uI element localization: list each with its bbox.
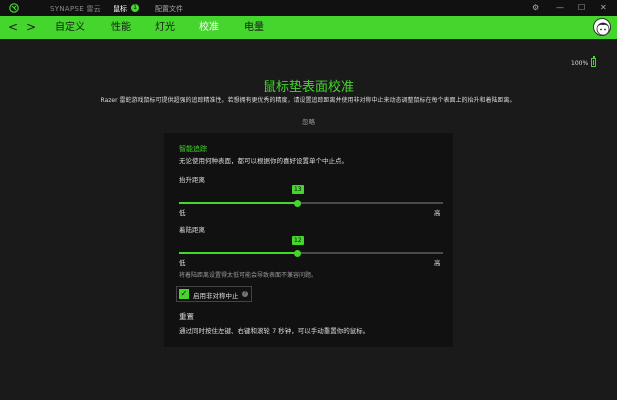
page-title: 鼠标垫表面校准 (262, 80, 354, 95)
help-icon[interactable]: ? (242, 291, 248, 297)
landing-slider-thumb[interactable] (294, 249, 302, 257)
landing-low-label: 低 (179, 259, 186, 267)
asymmetric-cutoff-checkbox[interactable]: ✓ (179, 289, 189, 299)
profiles-tab[interactable]: 配置文件 (155, 4, 183, 14)
tab-calibration[interactable]: 校准 (199, 21, 219, 35)
smart-tracking-subtitle: 无论使用何种表面，都可以根据你的喜好设置单个中止点。 (179, 157, 348, 165)
reset-description: 通过同时按住左键、右键和滚轮 7 秒钟，可以手动重置你的鼠标。 (179, 327, 370, 335)
nav-bar: < > 自定义 性能 灯光 校准 电量 (0, 16, 617, 39)
tab-power[interactable]: 电量 (244, 21, 264, 35)
lift-distance-label: 抬升距离 (179, 176, 205, 184)
tab-lighting[interactable]: 灯光 (155, 21, 175, 35)
landing-distance-slider[interactable] (179, 249, 443, 257)
reset-heading: 重置 (179, 312, 194, 321)
ignore-link[interactable]: 忽略 (0, 116, 617, 126)
lift-distance-slider[interactable] (179, 199, 443, 207)
lift-high-label: 高 (434, 209, 441, 217)
app-name: SYNAPSE 雷云 (50, 5, 102, 13)
device-count-badge: 1 (131, 4, 139, 12)
landing-high-label: 高 (434, 259, 441, 267)
title-bar: SYNAPSE 雷云 鼠标 1 配置文件 ⚙ — ☐ ✕ (0, 0, 617, 16)
landing-value-box: 12 (291, 236, 304, 245)
user-avatar[interactable] (593, 18, 611, 36)
asymmetric-cutoff-option[interactable]: ✓ 启用非对称中止 (176, 286, 252, 302)
lift-low-label: 低 (179, 209, 186, 217)
razer-logo-icon (9, 3, 19, 13)
landing-warning-text: 将着陆距离设置得太低可能会导致表面不兼容问题。 (179, 272, 318, 279)
battery-percentage: 100% (571, 60, 589, 67)
forward-arrow-icon[interactable]: > (26, 19, 36, 35)
page-description: Razer 雷蛇游戏鼠标可提供超强的追踪精准性。若想拥有更优秀的精度，请设置追踪… (100, 97, 516, 104)
device-tab-mouse[interactable]: 鼠标 (113, 4, 127, 14)
smart-tracking-heading: 智能追踪 (179, 145, 207, 153)
calibration-card (164, 133, 453, 347)
back-arrow-icon[interactable]: < (8, 19, 18, 35)
close-button[interactable]: ✕ (600, 3, 607, 13)
avatar-face-icon (596, 22, 610, 35)
battery-icon (591, 56, 596, 67)
maximize-button[interactable]: ☐ (578, 3, 585, 13)
lift-value-box: 13 (291, 185, 304, 194)
settings-gear-icon[interactable]: ⚙ (532, 3, 539, 13)
landing-distance-label: 着陆距离 (179, 226, 205, 234)
lift-slider-thumb[interactable] (294, 199, 302, 207)
tab-performance[interactable]: 性能 (111, 21, 131, 35)
minimize-button[interactable]: — (556, 3, 564, 13)
asymmetric-cutoff-label: 启用非对称中止 (193, 292, 239, 300)
tab-customize[interactable]: 自定义 (55, 21, 85, 35)
